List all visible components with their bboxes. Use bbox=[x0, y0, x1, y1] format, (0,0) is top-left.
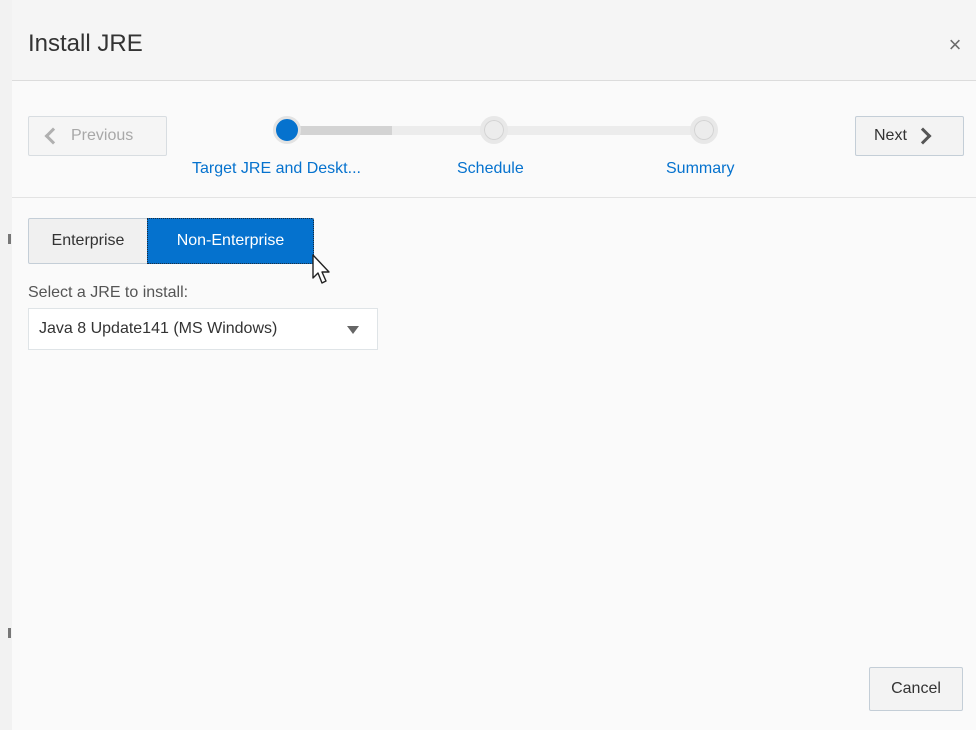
non-enterprise-toggle-button[interactable]: Non-Enterprise bbox=[147, 218, 314, 264]
jre-select-value: Java 8 Update141 (MS Windows) bbox=[39, 320, 278, 337]
chevron-right-icon bbox=[914, 127, 932, 145]
mouse-pointer-icon bbox=[312, 254, 330, 284]
train-stop-schedule[interactable] bbox=[480, 116, 508, 144]
train-track-completed bbox=[287, 126, 392, 135]
jre-select-label: Select a JRE to install: bbox=[28, 284, 189, 301]
dialog-title: Install JRE bbox=[28, 30, 143, 57]
train-stop-label-schedule[interactable]: Schedule bbox=[457, 160, 524, 178]
cancel-button[interactable]: Cancel bbox=[869, 667, 963, 711]
next-button[interactable]: Next bbox=[855, 116, 964, 156]
jre-select-dropdown[interactable]: Java 8 Update141 (MS Windows) bbox=[28, 308, 378, 350]
previous-button-label: Previous bbox=[71, 127, 134, 144]
train-stop-label-summary[interactable]: Summary bbox=[666, 160, 734, 178]
train-stop-target-jre[interactable] bbox=[273, 116, 301, 144]
edge-tick bbox=[8, 234, 11, 244]
enterprise-toggle-button[interactable]: Enterprise bbox=[28, 218, 148, 264]
previous-button[interactable]: Previous bbox=[28, 116, 167, 156]
dialog-header: Install JRE × bbox=[12, 0, 976, 81]
dropdown-caret-icon bbox=[347, 326, 359, 334]
train-track-pending bbox=[392, 126, 704, 135]
chevron-left-icon bbox=[44, 127, 62, 145]
edge-tick bbox=[8, 628, 11, 638]
train-stop-summary[interactable] bbox=[690, 116, 718, 144]
install-jre-dialog: Install JRE × Previous Next Target JRE a… bbox=[12, 0, 976, 730]
train-stop-label-target-jre[interactable]: Target JRE and Deskt... bbox=[192, 160, 361, 178]
next-button-label: Next bbox=[874, 127, 907, 144]
close-icon[interactable]: × bbox=[942, 34, 968, 60]
